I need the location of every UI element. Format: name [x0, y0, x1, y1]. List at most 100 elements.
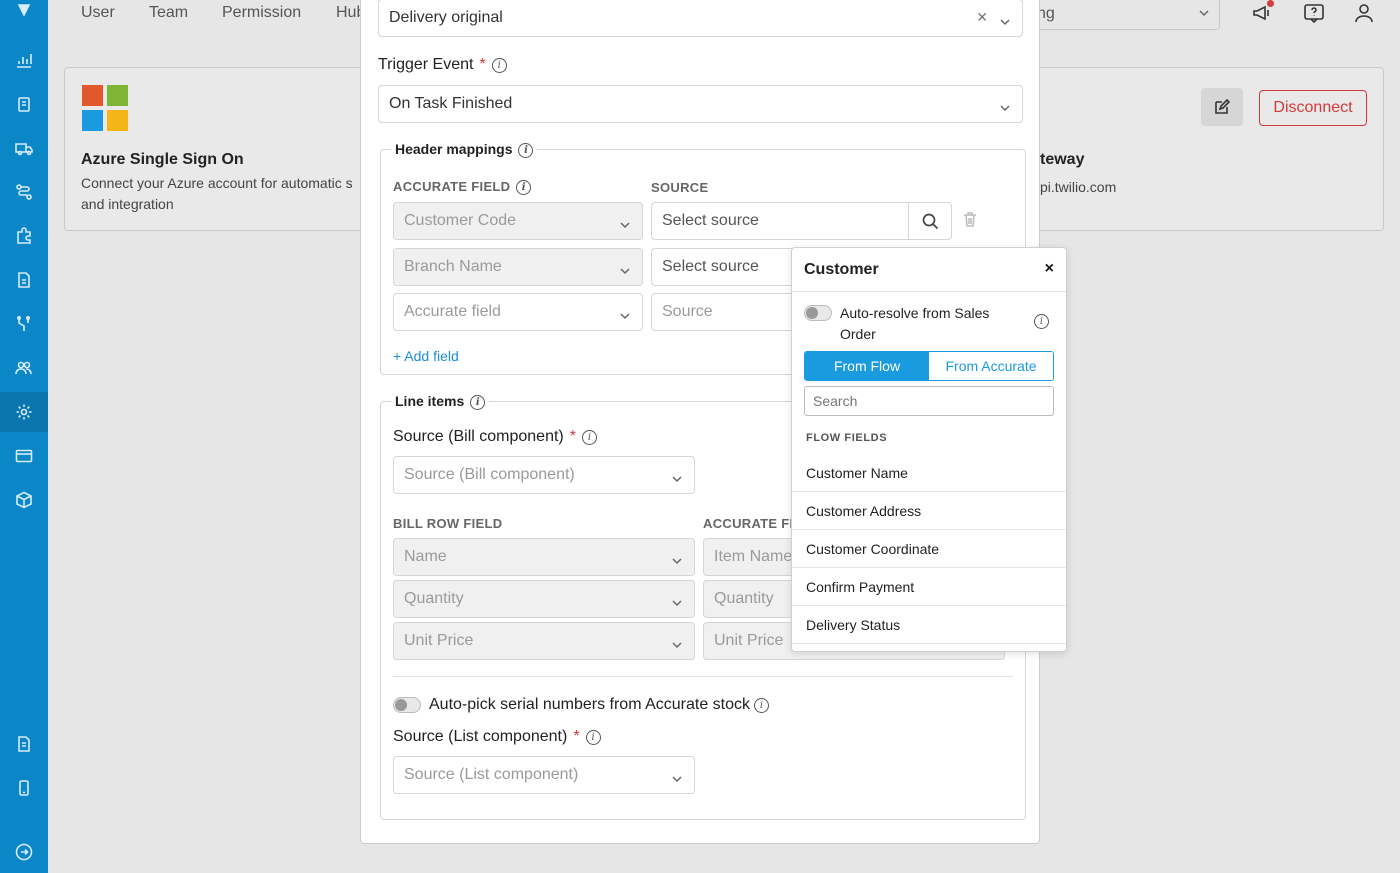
help-chat-icon[interactable]: [1303, 2, 1325, 24]
tab-from-accurate[interactable]: From Accurate: [929, 352, 1053, 380]
list-item[interactable]: Customer Coordinate: [792, 530, 1066, 568]
chevron-down-icon: [672, 637, 682, 649]
serial-numbers-toggle[interactable]: [393, 697, 421, 713]
nav-team[interactable]: Team: [149, 4, 188, 22]
chevron-down-icon: [1199, 5, 1209, 17]
header-field-value: Customer Code: [404, 212, 517, 229]
header-field-select[interactable]: Accurate field: [393, 293, 643, 331]
trigger-event-select[interactable]: On Task Finished: [378, 85, 1023, 123]
edit-icon: [1215, 99, 1230, 114]
close-icon[interactable]: ×: [1045, 260, 1054, 278]
flow-fields-heading: FLOW FIELDS: [806, 432, 888, 444]
chevron-down-icon: [672, 471, 682, 483]
header-field-value: Accurate field: [404, 303, 501, 320]
chart-icon[interactable]: [12, 48, 36, 72]
bill-component-select[interactable]: Source (Bill component): [393, 456, 695, 494]
azure-card-title: Azure Single Sign On: [81, 151, 244, 168]
user-profile-icon[interactable]: [1353, 2, 1375, 24]
info-icon[interactable]: i: [516, 180, 532, 195]
source-tabs: From Flow From Accurate: [804, 351, 1054, 381]
popover-title: Customer: [804, 261, 879, 278]
required-marker: *: [479, 56, 486, 73]
bill-row-field-select[interactable]: Quantity: [393, 580, 695, 618]
info-icon[interactable]: i: [491, 58, 507, 73]
source-search-button[interactable]: [908, 202, 952, 240]
info-icon[interactable]: i: [470, 395, 486, 410]
azure-card-desc-line1: Connect your Azure account for automatic…: [81, 175, 353, 191]
header-source-input[interactable]: Select source: [651, 202, 909, 240]
trigger-event-label-text: Trigger Event: [378, 56, 474, 73]
edit-button[interactable]: [1201, 88, 1243, 126]
bill-component-label-text: Source (Bill component): [393, 428, 564, 445]
list-item[interactable]: Delivery Status: [792, 606, 1066, 644]
line-items-title: Line items: [395, 393, 465, 409]
settings-icon[interactable]: [12, 400, 36, 424]
flow-icon[interactable]: [12, 312, 36, 336]
info-icon[interactable]: i: [754, 698, 770, 713]
header-field-select[interactable]: Branch Name: [393, 248, 643, 286]
list-component-label: Source (List component) * i: [393, 728, 601, 746]
truck-icon[interactable]: [12, 136, 36, 160]
box-icon[interactable]: [12, 488, 36, 512]
header-field-select[interactable]: Customer Code: [393, 202, 643, 240]
flow-select[interactable]: Delivery original ✕: [378, 0, 1023, 37]
clear-icon[interactable]: ✕: [976, 9, 988, 26]
gateway-card-desc: pi.twilio.com: [1040, 179, 1117, 195]
list-item[interactable]: Confirm Payment: [792, 568, 1066, 606]
list-component-select[interactable]: Source (List component): [393, 756, 695, 794]
clipboard-icon[interactable]: [12, 92, 36, 116]
disconnect-button[interactable]: Disconnect: [1259, 90, 1367, 126]
header-source-input[interactable]: Select source: [651, 248, 801, 286]
line-items-legend: Line items i: [391, 393, 490, 410]
logout-icon[interactable]: [12, 840, 36, 864]
accurate-field-column-text: ACCURATE FIELD: [393, 179, 511, 194]
chevron-down-icon: [620, 263, 630, 275]
info-icon[interactable]: i: [581, 430, 597, 445]
info-icon[interactable]: i: [518, 143, 534, 158]
chevron-down-icon: [1000, 14, 1010, 26]
bill-row-field-select[interactable]: Unit Price: [393, 622, 695, 660]
puzzle-icon[interactable]: [12, 224, 36, 248]
logo-icon[interactable]: [12, 0, 36, 24]
gateway-card-title: teway: [1040, 151, 1085, 168]
divider: [393, 676, 1013, 677]
accurate-row-field-value: Unit Price: [714, 632, 784, 649]
trigger-event-label: Trigger Event * i: [378, 56, 507, 74]
serial-numbers-label: Auto-pick serial numbers from Accurate s…: [429, 696, 770, 714]
flow-select-value: Delivery original: [389, 9, 503, 26]
route-icon[interactable]: [12, 180, 36, 204]
report-icon[interactable]: [12, 732, 36, 756]
azure-card-desc-line2: and integration: [81, 196, 174, 212]
users-icon[interactable]: [12, 356, 36, 380]
accurate-row-field-value: Item Name: [714, 548, 793, 565]
list-item[interactable]: Customer Name: [792, 454, 1066, 492]
tab-from-flow[interactable]: From Flow: [805, 352, 929, 380]
document-icon[interactable]: [12, 268, 36, 292]
trash-icon[interactable]: [962, 211, 978, 227]
bill-row-field-select[interactable]: Name: [393, 538, 695, 576]
add-field-link[interactable]: + Add field: [393, 348, 459, 364]
info-icon[interactable]: i: [1034, 314, 1049, 329]
accurate-field-column-header: ACCURATE FIELD i: [393, 179, 532, 195]
field-search-input[interactable]: [804, 386, 1054, 416]
list-component-placeholder: Source (List component): [404, 766, 579, 783]
credit-card-icon[interactable]: [12, 444, 36, 468]
auto-resolve-label: Auto-resolve from Sales Order: [840, 303, 989, 345]
nav-user[interactable]: User: [81, 4, 115, 22]
info-icon[interactable]: i: [585, 730, 601, 745]
bill-row-field-value: Unit Price: [404, 632, 474, 649]
sidebar: [0, 0, 48, 873]
required-marker: *: [573, 728, 580, 745]
header-source-input[interactable]: Source: [651, 293, 801, 331]
workspace-select[interactable]: ng: [1020, 0, 1220, 30]
bill-component-placeholder: Source (Bill component): [404, 466, 575, 483]
auto-resolve-label-line1: Auto-resolve from Sales: [840, 305, 990, 321]
serial-numbers-label-text: Auto-pick serial numbers from Accurate s…: [429, 696, 751, 713]
mobile-icon[interactable]: [12, 776, 36, 800]
list-item[interactable]: Customer Address: [792, 492, 1066, 530]
auto-resolve-toggle[interactable]: [804, 305, 832, 321]
source-column-header: SOURCE: [651, 180, 709, 195]
accurate-field-column-header: ACCURATE FI: [703, 516, 794, 531]
nav-permission[interactable]: Permission: [222, 4, 301, 22]
microsoft-logo-icon: [82, 85, 128, 131]
